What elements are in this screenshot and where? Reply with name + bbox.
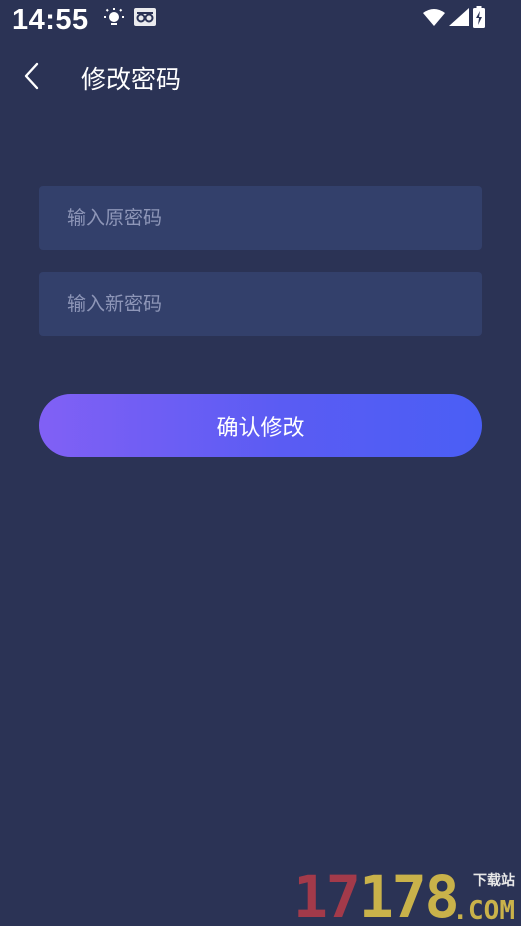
back-button[interactable] — [12, 56, 52, 96]
chevron-left-icon — [22, 61, 42, 91]
page-title: 修改密码 — [81, 65, 182, 94]
old-password-field[interactable] — [39, 186, 482, 250]
change-password-screen: 14:55 修改密码 确认修改 17178 下载站 .COM — [0, 0, 521, 926]
confirm-change-button[interactable]: 确认修改 — [39, 394, 482, 457]
status-bar: 14:55 — [0, 0, 521, 44]
app-notification-icon — [134, 8, 156, 28]
weather-sun-icon — [104, 8, 124, 28]
watermark-domain: .COM — [452, 896, 515, 926]
watermark-number: 17178 — [293, 868, 460, 926]
signal-icon — [449, 8, 469, 26]
battery-charging-icon — [473, 6, 485, 28]
watermark-number-part2: 178 — [358, 863, 460, 926]
site-watermark: 17178 下载站 .COM — [293, 864, 517, 926]
watermark-number-part1: 17 — [293, 863, 361, 926]
wifi-icon — [423, 8, 445, 26]
status-left-icons — [104, 8, 156, 28]
status-right-icons — [423, 6, 485, 28]
new-password-field[interactable] — [39, 272, 482, 336]
app-header: 修改密码 — [0, 52, 521, 100]
status-time: 14:55 — [12, 4, 89, 36]
watermark-subtitle: 下载站 — [473, 873, 515, 889]
old-password-input[interactable] — [39, 186, 482, 250]
new-password-input[interactable] — [39, 272, 482, 336]
